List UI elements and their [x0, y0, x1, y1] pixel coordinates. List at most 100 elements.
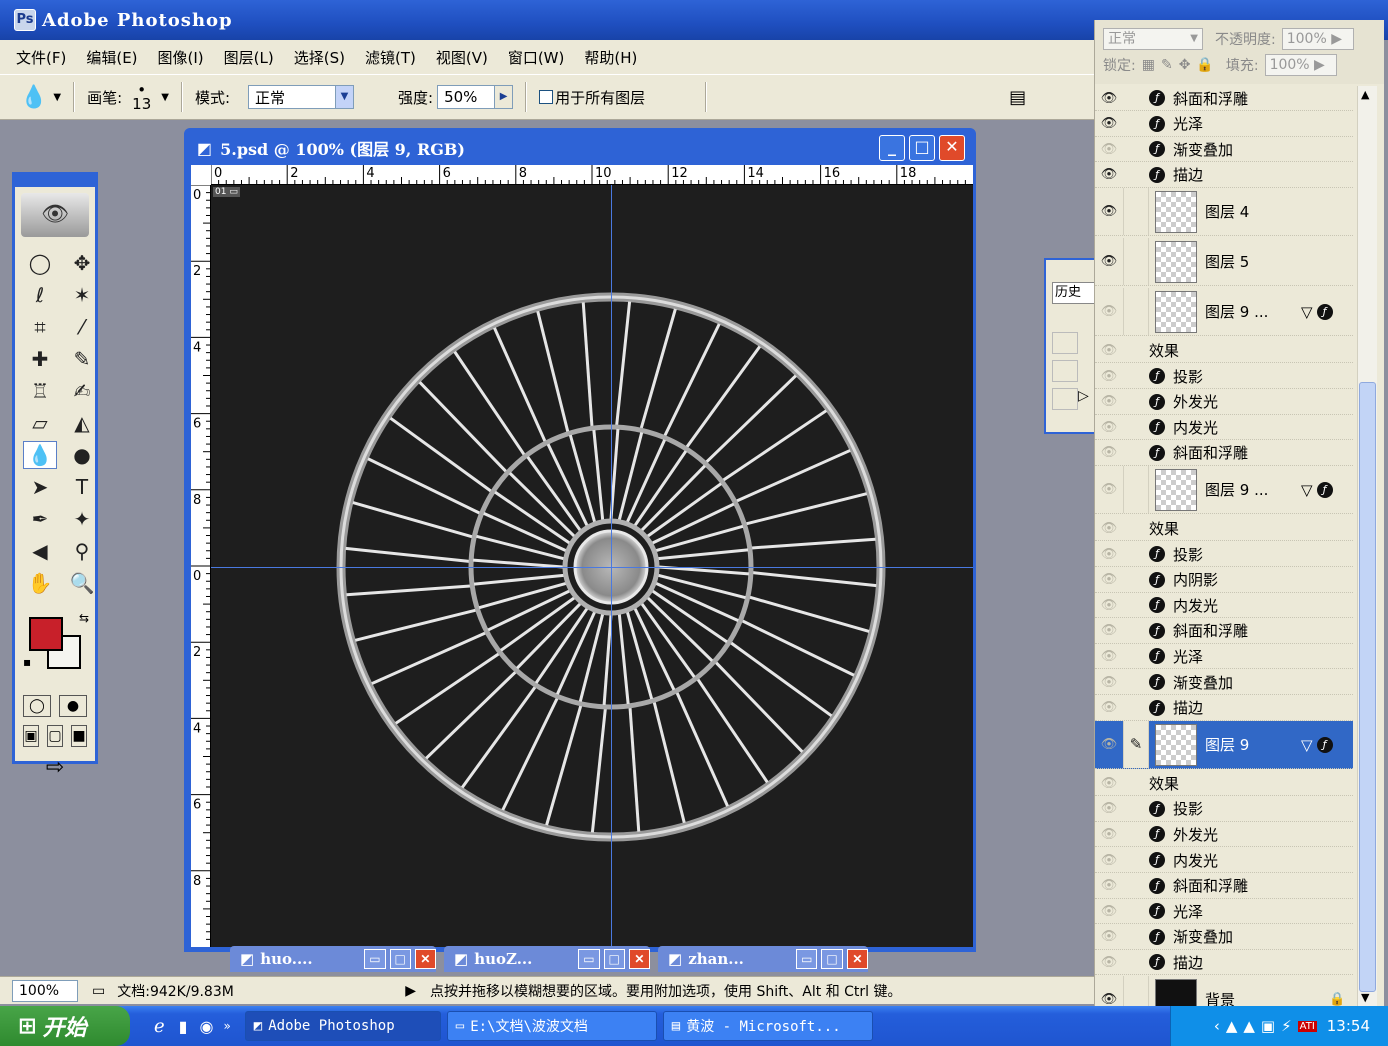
visibility-eye-icon[interactable]: 👁	[1095, 853, 1123, 868]
hand-tool-icon[interactable]: ✋	[23, 569, 57, 597]
quickmask-mode-icon[interactable]: ●	[59, 695, 87, 717]
maximize-button[interactable]: □	[389, 949, 411, 969]
visibility-eye-icon[interactable]: 👁	[1095, 598, 1123, 613]
visibility-eye-icon[interactable]: 👁	[1095, 955, 1123, 970]
horizontal-ruler[interactable]: 0 2 4 6 8 10 12 14 16 18	[210, 165, 973, 185]
task-photoshop[interactable]: ◩ Adobe Photoshop	[244, 1011, 441, 1041]
maximize-button[interactable]: □	[603, 949, 625, 969]
visibility-eye-icon[interactable]: 👁	[1095, 737, 1123, 752]
lock-position-icon[interactable]: ✥	[1179, 57, 1191, 73]
menu-select[interactable]: 选择(S)	[294, 47, 345, 68]
custom-shape-tool-icon[interactable]: ✦	[65, 505, 99, 533]
effect-row[interactable]: 👁 ƒ 外发光	[1095, 390, 1353, 415]
layer-link-cell[interactable]	[1123, 466, 1149, 514]
visibility-eye-icon[interactable]: 👁	[1095, 623, 1123, 638]
tray-ati-icon[interactable]: ATI	[1297, 1020, 1317, 1032]
menu-image[interactable]: 图像(I)	[158, 47, 204, 68]
effects-header-row[interactable]: 👁 效果	[1095, 516, 1353, 542]
visibility-eye-icon[interactable]: 👁	[1095, 827, 1123, 842]
layer-style-icon[interactable]: ƒ	[1316, 481, 1333, 498]
close-button[interactable]: ✕	[414, 949, 437, 969]
slice-tool-icon[interactable]: ⁄	[65, 313, 99, 341]
layer-style-icon[interactable]: ƒ	[1316, 736, 1333, 753]
healing-brush-tool-icon[interactable]: ✚	[23, 345, 57, 373]
layer-row[interactable]: 👁 图层 4	[1095, 188, 1353, 237]
strength-input[interactable]: 50% ▶	[437, 85, 514, 109]
layer-link-cell[interactable]: ✎	[1123, 721, 1149, 769]
quicklaunch-icon[interactable]: ▮	[179, 1017, 188, 1036]
minimize-button[interactable]: _	[879, 135, 905, 161]
scroll-up-icon[interactable]: ▲	[1361, 88, 1369, 101]
full-screen-icon[interactable]: ■	[71, 725, 87, 747]
layer-row[interactable]: 👁 图层 5	[1095, 238, 1353, 287]
history-item[interactable]	[1052, 332, 1078, 354]
effect-row[interactable]: 👁 ƒ 投影	[1095, 364, 1353, 389]
layer-row[interactable]: 👁 ✎ 图层 9 ▽ ƒ	[1095, 721, 1353, 770]
menu-filter[interactable]: 滤镜(T)	[365, 47, 416, 68]
notes-tool-icon[interactable]: ◀	[23, 537, 57, 565]
visibility-eye-icon[interactable]: 👁	[1095, 547, 1123, 562]
zoom-tool-icon[interactable]: 🔍	[65, 569, 99, 597]
layer-row[interactable]: 👁 图层 9 ... ▽ ƒ	[1095, 288, 1353, 337]
swap-colors-icon[interactable]: ⇆	[79, 611, 89, 625]
tray-user-icon[interactable]: ▲	[1226, 1017, 1238, 1035]
brush-tool-icon[interactable]: ✎	[65, 345, 99, 373]
toolbox-header[interactable]	[15, 175, 95, 187]
magic-wand-tool-icon[interactable]: ✶	[65, 281, 99, 309]
standard-mode-icon[interactable]: ◯	[23, 695, 51, 717]
lock-image-icon[interactable]: ✎	[1161, 57, 1173, 73]
paint-bucket-tool-icon[interactable]: ◭	[65, 409, 99, 437]
tray-expand-icon[interactable]: ‹	[1214, 1017, 1220, 1035]
close-button[interactable]: ✕	[846, 949, 868, 969]
task-word[interactable]: ▤ 黄波 - Microsoft...	[662, 1011, 873, 1041]
visibility-eye-icon[interactable]: 👁	[1095, 482, 1123, 497]
task-explorer[interactable]: ▭ E:\文档\波波文档	[446, 1011, 657, 1041]
restore-button[interactable]: ▭	[578, 949, 600, 969]
visibility-eye-icon[interactable]: 👁	[1095, 801, 1123, 816]
visibility-eye-icon[interactable]: 👁	[1095, 304, 1123, 319]
standard-screen-icon[interactable]: ▣	[23, 725, 39, 747]
tray-monitor-icon[interactable]: ▣	[1261, 1017, 1275, 1035]
minimized-doc-3[interactable]: ◩ zhan... ▭ □ ✕	[658, 946, 868, 972]
visibility-eye-icon[interactable]: 👁	[1095, 394, 1123, 409]
blend-mode-select[interactable]: 正常 ▼	[1103, 28, 1203, 50]
quicklaunch-more-icon[interactable]: »	[223, 1019, 230, 1033]
all-layers-checkbox[interactable]	[539, 90, 554, 104]
brush-arrow[interactable]: ▼	[161, 92, 169, 103]
minimized-doc-1[interactable]: ◩ huo.... ▭ □ ✕	[230, 946, 437, 972]
visibility-eye-icon[interactable]: 👁	[1095, 700, 1123, 715]
scroll-down-icon[interactable]: ▼	[1361, 991, 1369, 1004]
history-item[interactable]	[1052, 360, 1078, 382]
restore-button[interactable]: ▭	[796, 949, 818, 969]
visibility-eye-icon[interactable]: 👁	[1095, 675, 1123, 690]
zoom-input[interactable]: 100%	[12, 979, 78, 1002]
document-canvas[interactable]: 01 ▭	[211, 185, 973, 947]
marquee-tool-icon[interactable]: ◯	[23, 249, 57, 277]
crop-tool-icon[interactable]: ⌗	[23, 313, 57, 341]
effect-row[interactable]: 👁 ƒ 描边	[1095, 696, 1353, 721]
layer-link-cell[interactable]	[1123, 288, 1149, 336]
minimized-doc-2[interactable]: ◩ huoZ... ▭ □ ✕	[444, 946, 651, 972]
layer-style-icon[interactable]: ƒ	[1316, 303, 1333, 320]
dodge-tool-icon[interactable]: ●	[65, 441, 99, 469]
menu-layer[interactable]: 图层(L)	[224, 47, 274, 68]
effect-row[interactable]: 👁 ƒ 斜面和浮雕	[1095, 874, 1353, 899]
maximize-button[interactable]: □	[909, 135, 935, 161]
menu-file[interactable]: 文件(F)	[16, 47, 66, 68]
tray-network-icon[interactable]: ⚡	[1281, 1017, 1292, 1035]
effect-row[interactable]: 👁 ƒ 光泽	[1095, 644, 1353, 670]
palette-well-icon[interactable]: ▤	[1009, 87, 1026, 108]
visibility-eye-icon[interactable]: 👁	[1095, 369, 1123, 384]
history-brush-tool-icon[interactable]: ✍	[65, 377, 99, 405]
effect-row[interactable]: 👁 ƒ 渐变叠加	[1095, 670, 1353, 695]
ie-icon[interactable]: ℯ	[154, 1016, 165, 1037]
start-button[interactable]: ⊞ 开始	[0, 1006, 130, 1046]
expand-effects-icon[interactable]: ▽	[1301, 303, 1313, 321]
tray-user2-icon[interactable]: ▲	[1243, 1017, 1255, 1035]
horizontal-guide[interactable]	[211, 567, 973, 568]
visibility-eye-icon[interactable]: 👁	[1095, 904, 1123, 919]
status-menu-arrow-icon[interactable]: ▶	[405, 983, 416, 999]
layer-link-cell[interactable]	[1123, 188, 1149, 236]
scrollbar-thumb[interactable]	[1359, 382, 1376, 992]
effect-row[interactable]: 👁 ƒ 内阴影	[1095, 568, 1353, 593]
